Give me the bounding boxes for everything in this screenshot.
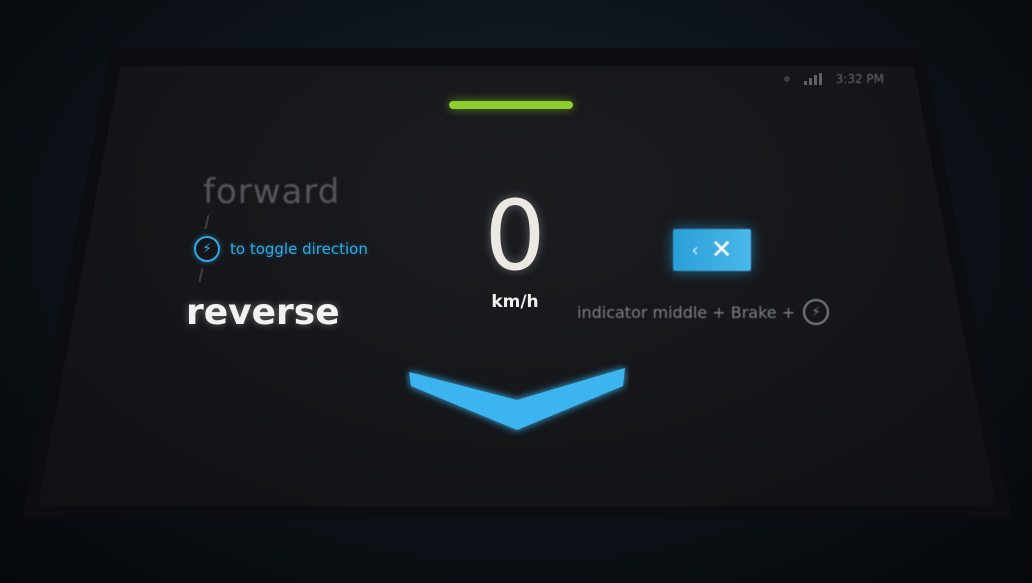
toggle-direction-hint: ⚡ to toggle direction (194, 236, 368, 262)
chevron-left-icon: ‹ (691, 239, 699, 261)
cancel-button[interactable]: ‹ ✕ (673, 229, 751, 271)
signal-icon (803, 73, 822, 85)
lightning-circle-icon[interactable]: ⚡ (194, 236, 220, 262)
cancel-hint-text: indicator middle + Brake + (577, 302, 796, 322)
chevron-down-icon[interactable] (405, 364, 629, 436)
cancel-hint: indicator middle + Brake + ⚡ (577, 299, 830, 325)
status-bar: 3:32 PM (783, 72, 884, 86)
direction-reverse-label[interactable]: reverse (186, 292, 340, 333)
speed-unit: km/h (491, 292, 539, 312)
speed-value: 0 (484, 180, 546, 292)
status-indicator-bar (449, 101, 573, 109)
notification-dot-icon (783, 76, 790, 82)
clock: 3:32 PM (835, 72, 884, 86)
lightning-circle-icon: ⚡ (803, 299, 830, 325)
toggle-direction-text: to toggle direction (230, 240, 368, 258)
direction-forward-label[interactable]: forward (203, 172, 340, 212)
close-icon: ✕ (710, 235, 733, 265)
